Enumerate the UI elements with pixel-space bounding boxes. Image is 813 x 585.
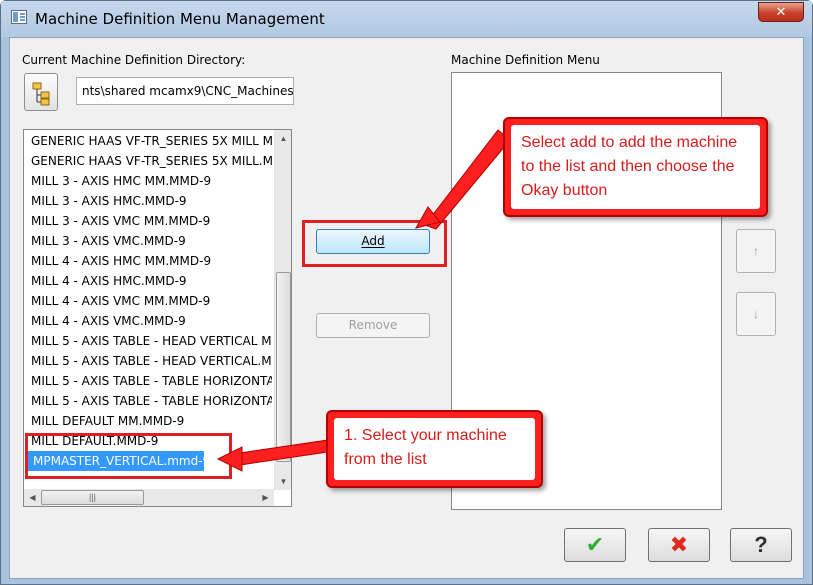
select-callout-arrow (239, 439, 329, 466)
add-callout-arrow (424, 129, 511, 230)
select-callout: 1. Select your machine from the list (326, 410, 543, 488)
callout-arrows (216, 129, 511, 472)
add-callout-text: Select add to add the machine to the lis… (511, 125, 760, 209)
select-callout-arrowhead (216, 446, 243, 472)
select-callout-text: 1. Select your machine from the list (334, 418, 535, 480)
add-callout: Select add to add the machine to the lis… (503, 117, 768, 217)
